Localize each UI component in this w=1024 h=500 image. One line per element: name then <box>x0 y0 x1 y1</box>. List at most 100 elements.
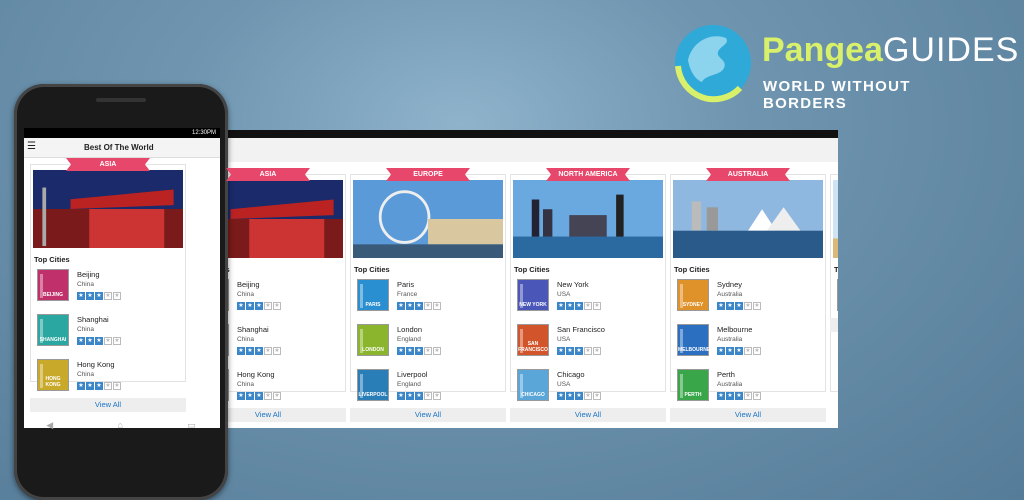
star-icon: ★ <box>86 382 94 390</box>
city-badge-label: SYDNEY <box>682 302 704 308</box>
city-name: Liverpool <box>397 370 428 379</box>
continent-photo[interactable] <box>833 180 838 258</box>
city-name: Beijing <box>237 280 260 289</box>
star-icon: ★ <box>593 302 601 310</box>
star-icon: ★ <box>104 292 112 300</box>
city-name: Hong Kong <box>77 360 115 369</box>
star-icon: ★ <box>575 347 583 355</box>
city-badge-label: CHICAGO <box>521 392 545 398</box>
back-icon[interactable]: ◀ <box>46 420 53 434</box>
star-icon: ★ <box>726 392 734 400</box>
continent-photo[interactable] <box>353 180 503 258</box>
rating-stars: ★ ★ ★ ★ ★ <box>717 302 761 310</box>
star-icon: ★ <box>264 302 272 310</box>
city-list-item[interactable]: CAIROCairoEgypt★★★★★ <box>837 279 838 317</box>
star-icon: ★ <box>557 392 565 400</box>
city-list-item[interactable]: CHICAGO Chicago USA ★ ★ ★ ★ ★ <box>517 369 659 407</box>
rating-stars: ★ ★ ★ ★ ★ <box>77 292 121 300</box>
rating-stars: ★ ★ ★ ★ ★ <box>557 392 601 400</box>
city-guide-icon: SHANGHAI <box>37 314 69 346</box>
star-icon: ★ <box>753 392 761 400</box>
continent-photo[interactable] <box>673 180 823 258</box>
rating-stars: ★ ★ ★ ★ ★ <box>717 347 761 355</box>
continent-ribbon: EUROPE <box>386 168 470 181</box>
status-bar: 12:30PM <box>24 128 220 138</box>
rating-stars: ★ ★ ★ ★ ★ <box>77 382 121 390</box>
star-icon: ★ <box>575 302 583 310</box>
city-country: USA <box>557 381 571 388</box>
star-icon: ★ <box>717 302 725 310</box>
star-icon: ★ <box>433 347 441 355</box>
star-icon: ★ <box>566 302 574 310</box>
recents-icon[interactable]: ▭ <box>187 420 196 434</box>
star-icon: ★ <box>593 347 601 355</box>
city-list-item[interactable]: NEW YORK New York USA ★ ★ ★ ★ ★ <box>517 279 659 317</box>
view-all-button[interactable]: View All <box>830 318 838 332</box>
star-icon: ★ <box>406 347 414 355</box>
city-list-item[interactable]: PARIS Paris France ★ ★ ★ ★ ★ <box>357 279 499 317</box>
star-icon: ★ <box>717 347 725 355</box>
city-list-item[interactable]: SAN FRANCISCO San Francisco USA ★ ★ ★ ★ ★ <box>517 324 659 362</box>
star-icon: ★ <box>397 392 405 400</box>
star-icon: ★ <box>77 382 85 390</box>
city-name: Beijing <box>77 270 100 279</box>
brand-word: Pangea <box>762 31 883 69</box>
phone-screen: 12:30PM ☰ Best Of The World ASIA Top Citi… <box>24 128 220 428</box>
city-country: Australia <box>717 336 743 343</box>
city-country: USA <box>557 336 571 343</box>
city-guide-icon: CAIRO <box>837 279 838 311</box>
star-icon: ★ <box>406 302 414 310</box>
city-badge-label: MELBOURNE <box>678 347 711 353</box>
view-all-button[interactable]: View All <box>510 408 666 422</box>
star-icon: ★ <box>584 347 592 355</box>
city-list-item[interactable]: LIVERPOOL Liverpool England ★ ★ ★ ★ ★ <box>357 369 499 407</box>
continent-photo[interactable] <box>33 170 183 248</box>
top-cities-heading: Top Cities <box>834 265 838 274</box>
city-list-item[interactable]: PERTH Perth Australia ★ ★ ★ ★ ★ <box>677 369 819 407</box>
city-list-item[interactable]: BEIJINGBeijingChina★★★★★ <box>37 269 179 307</box>
continent-photo[interactable] <box>513 180 663 258</box>
view-all-button[interactable]: View All <box>30 398 186 412</box>
star-icon: ★ <box>735 347 743 355</box>
star-icon: ★ <box>237 392 245 400</box>
home-icon[interactable]: ⌂ <box>117 420 122 434</box>
city-country: China <box>77 281 94 288</box>
view-all-button[interactable]: View All <box>670 408 826 422</box>
city-guide-icon: CHICAGO <box>517 369 549 401</box>
city-list-item[interactable]: SYDNEY Sydney Australia ★ ★ ★ ★ ★ <box>677 279 819 317</box>
tablet-screen: ASIATop CitiesBEIJINGBeijingChina★★★★★SH… <box>190 130 838 428</box>
view-all-button[interactable]: View All <box>350 408 506 422</box>
continent-column-asia: ASIATop CitiesBEIJINGBeijingChina★★★★★SH… <box>30 158 186 426</box>
city-guide-icon: LONDON <box>357 324 389 356</box>
star-icon: ★ <box>255 347 263 355</box>
city-list-item[interactable]: LONDON London England ★ ★ ★ ★ ★ <box>357 324 499 362</box>
city-list-item[interactable]: MELBOURNE Melbourne Australia ★ ★ ★ ★ ★ <box>677 324 819 362</box>
star-icon: ★ <box>753 302 761 310</box>
top-cities-heading: Top Cities <box>514 265 550 274</box>
rating-stars: ★ ★ ★ ★ ★ <box>237 392 281 400</box>
continent-card: Top Cities CAIROCairoEgypt★★★★★ <box>830 174 838 392</box>
rating-stars: ★ ★ ★ ★ ★ <box>557 302 601 310</box>
star-icon: ★ <box>255 302 263 310</box>
top-cities-heading: Top Cities <box>34 255 70 264</box>
continent-column-australia: AUSTRALIA Top Cities SYDNEY Sydney Australia… <box>670 168 826 428</box>
city-list-item[interactable]: SHANGHAIShanghaiChina★★★★★ <box>37 314 179 352</box>
star-icon: ★ <box>77 337 85 345</box>
continent-card: Top Cities NEW YORK New York USA ★ ★ ★ ★ ★ SAN FR… <box>510 174 666 401</box>
city-badge-label: PARIS <box>365 302 381 308</box>
rating-stars: ★ ★ ★ ★ ★ <box>237 347 281 355</box>
menu-icon[interactable]: ☰ <box>27 142 36 152</box>
star-icon: ★ <box>104 382 112 390</box>
city-list-item[interactable]: HONG KONGHong KongChina★★★★★ <box>37 359 179 397</box>
brand-tagline: WORLD WITHOUT BORDERS <box>763 78 911 112</box>
star-icon: ★ <box>566 347 574 355</box>
star-icon: ★ <box>557 302 565 310</box>
city-name: San Francisco <box>557 325 605 334</box>
city-guide-icon: PERTH <box>677 369 709 401</box>
star-icon: ★ <box>255 392 263 400</box>
city-name: New York <box>557 280 589 289</box>
star-icon: ★ <box>86 337 94 345</box>
star-icon: ★ <box>424 347 432 355</box>
city-country: Australia <box>717 381 743 388</box>
continent-card: Top CitiesBEIJINGBeijingChina★★★★★SHANGH… <box>30 164 186 391</box>
